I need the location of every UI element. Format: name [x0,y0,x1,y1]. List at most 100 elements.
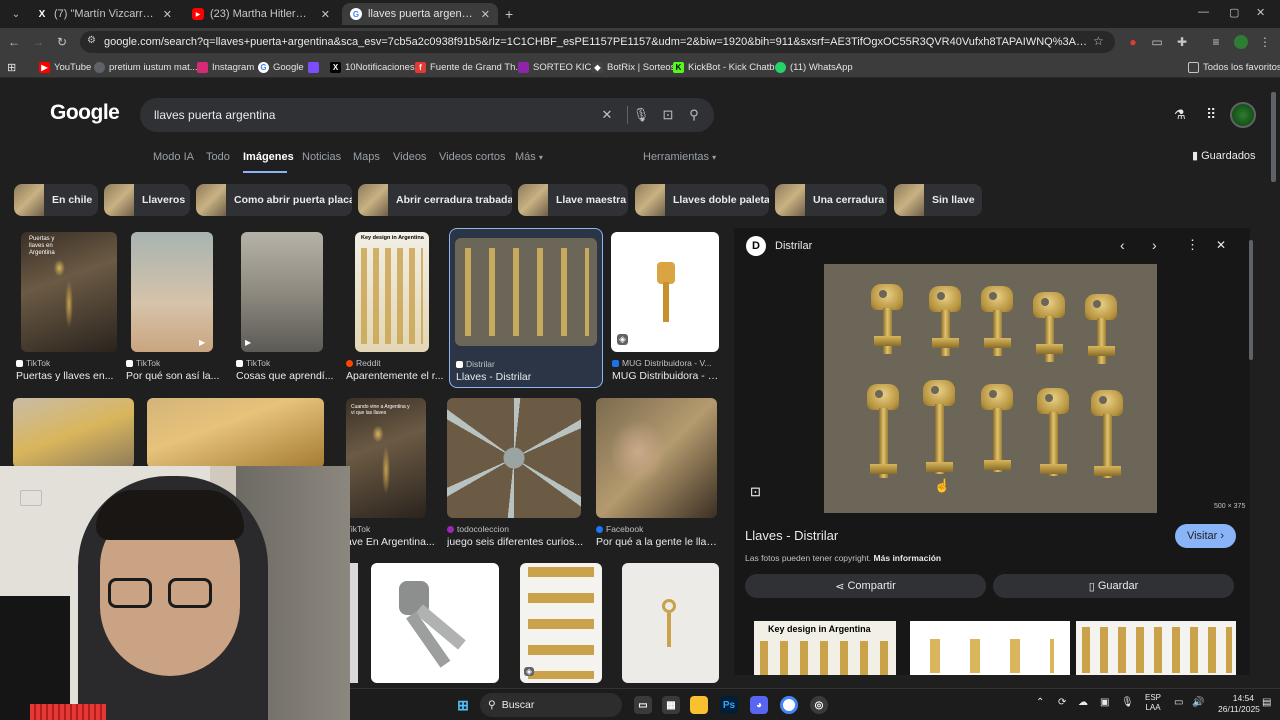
clear-icon[interactable]: ✕ [598,106,616,124]
profile-avatar[interactable] [1232,33,1250,51]
lens-icon[interactable]: ⊡ [659,106,677,124]
result-title[interactable]: Llaves - Distrilar [456,371,596,383]
windows-start-icon[interactable]: ⊞ [454,696,472,714]
microphone-icon[interactable]: 🎙 [1121,697,1134,708]
tab-videos[interactable]: Videos [393,151,426,163]
tab-videos-cortos[interactable]: Videos cortos [439,151,505,163]
result-title[interactable]: ave En Argentina... [346,536,444,548]
visit-button[interactable]: Visitar › [1175,524,1236,548]
extension-record-icon[interactable]: ● [1124,33,1142,51]
photoshop-icon[interactable]: Ps [720,696,738,714]
image-result[interactable]: todocoleccion juego seis diferentes curi… [447,398,587,548]
chip-llaves-doble-paleta[interactable]: Llaves doble paleta [635,184,769,216]
search-input[interactable]: llaves puerta argentina [154,108,275,122]
saved-button[interactable]: ▮ Guardados [1192,149,1256,162]
image-result[interactable]: Cuando vine a Argentina y vi que las lla… [346,398,444,548]
close-icon[interactable]: ✕ [321,8,330,21]
browser-menu-icon[interactable]: ⋮ [1256,33,1274,51]
close-icon[interactable]: ✕ [481,8,490,21]
labs-flask-icon[interactable]: ⚗ [1174,107,1186,123]
close-panel-icon[interactable]: ✕ [1216,238,1226,252]
tab-todo[interactable]: Todo [206,151,230,163]
maximize-button[interactable]: ▢ [1229,6,1239,19]
bookmark-sorteo-kick[interactable]: SORTEO KICK [518,59,598,75]
panel-title[interactable]: Llaves - Distrilar [745,528,838,543]
related-image[interactable]: Key design in Argentina [754,621,896,675]
next-icon[interactable]: › [1152,237,1157,253]
tab-maps[interactable]: Maps [353,151,380,163]
address-bar[interactable]: ⚙ google.com/search?q=llaves+puerta+arge… [80,31,1115,53]
task-view-icon[interactable]: ▭ [634,696,652,714]
tab-noticias[interactable]: Noticias [302,151,341,163]
clock[interactable]: 14:54 26/11/2025 [1218,693,1260,715]
tray-sync-icon[interactable]: ⟳ [1058,697,1066,708]
bookmark-star-icon[interactable]: ☆ [1093,34,1104,48]
tab-google-search[interactable]: G llaves puerta argentina - Buscar ✕ [342,3,498,25]
preview-image[interactable] [824,264,1157,513]
all-favorites-folder[interactable]: Todos los favoritos [1188,59,1280,75]
tray-app-icon[interactable]: ▣ [1100,697,1109,708]
image-result[interactable]: Key design in Argentina Reddit Aparentem… [346,232,444,386]
image-result[interactable] [350,563,358,683]
result-title[interactable]: MUG Distribuidora - V... [612,370,720,382]
save-button[interactable]: ▯ Guardar [993,574,1234,598]
bookmark-youtube[interactable]: ▶ YouTube [39,59,91,75]
close-icon[interactable]: ✕ [163,8,172,21]
image-result-selected[interactable]: Distrilar Llaves - Distrilar [449,228,603,388]
forward-icon[interactable]: → [29,33,47,51]
panel-scrollbar[interactable] [1249,240,1253,360]
app-icon[interactable]: ▦ [662,696,680,714]
discord-icon[interactable]: ◕ [750,696,768,714]
result-title[interactable]: Cosas que aprendí... [236,370,346,382]
search-box[interactable]: llaves puerta argentina ✕ 🎙 ⊡ ⚲ [140,98,714,132]
new-tab-button[interactable]: + [505,6,513,22]
bookmark-pretium[interactable]: pretium iustum mat... [94,59,198,75]
share-button[interactable]: ⋖ Compartir [745,574,986,598]
chip-abrir-cerradura-trabada[interactable]: Abrir cerradura trabada [358,184,512,216]
language-indicator[interactable]: ESP LAA [1145,693,1161,713]
image-result[interactable] [13,398,134,468]
bookmark-botrix[interactable]: ◆ BotRix | Sorteos [592,59,675,75]
chip-en-chile[interactable]: En chile [14,184,98,216]
result-title[interactable]: Aparentemente el r... [346,370,444,382]
image-result[interactable]: ▶ TikTok Por qué son así la... [126,232,236,386]
google-apps-icon[interactable]: ⠿ [1206,106,1216,123]
bookmark-10notificaciones[interactable]: X 10Notificaciones [330,59,415,75]
tab-imagenes[interactable]: Imágenes [243,151,294,163]
network-icon[interactable]: ▭ [1174,697,1183,708]
panel-site-name[interactable]: Distrilar [775,240,812,252]
bookmark-fuente-gta[interactable]: f Fuente de Grand Th... [415,59,523,75]
site-info-icon[interactable]: ⚙ [87,35,96,46]
related-image[interactable] [1076,621,1236,675]
reading-list-icon[interactable]: ≡ [1207,33,1225,51]
chrome-icon[interactable] [780,696,798,714]
result-title[interactable]: juego seis diferentes curios... [447,536,587,548]
chip-una-cerradura[interactable]: Una cerradura [775,184,887,216]
more-options-icon[interactable]: ⋮ [1186,237,1199,253]
page-scrollbar[interactable] [1271,92,1276,182]
chip-sin-llave[interactable]: Sin llave [894,184,982,216]
microphone-icon[interactable]: 🎙 [632,106,650,124]
tools-button[interactable]: Herramientas ▾ [643,151,716,163]
chip-llaveros[interactable]: Llaveros [104,184,190,216]
bookmark-google[interactable]: G Google [258,59,304,75]
extensions-puzzle-icon[interactable]: ✚ [1173,33,1191,51]
related-image[interactable] [910,621,1070,675]
image-result[interactable] [622,563,719,683]
volume-icon[interactable]: 🔊 [1192,697,1204,708]
result-title[interactable]: Por qué son así la... [126,370,236,382]
lens-search-icon[interactable]: ⊡ [750,484,761,500]
bookmark-unnamed[interactable] [308,59,323,75]
image-result[interactable]: Facebook Por qué a la gente le llam... [596,398,720,548]
google-logo[interactable]: Google [50,101,120,125]
bookmark-instagram[interactable]: Instagram [197,59,254,75]
chip-llave-maestra[interactable]: Llave maestra [518,184,628,216]
tab-youtube[interactable]: ▶ (23) Martha Hitlerman: animales ✕ [184,3,338,25]
image-result[interactable]: ◈ MUG Distribuidora - V... MUG Distribui… [610,232,720,386]
tab-x[interactable]: X (7) "Martín Vizcarra" - Buscar / X ✕ [28,3,180,25]
file-explorer-icon[interactable] [690,696,708,714]
tab-mas[interactable]: Más ▾ [515,151,543,163]
apps-grid-icon[interactable]: ⊞ [7,59,16,75]
image-result[interactable] [147,398,324,468]
minimize-button[interactable]: — [1198,6,1209,18]
